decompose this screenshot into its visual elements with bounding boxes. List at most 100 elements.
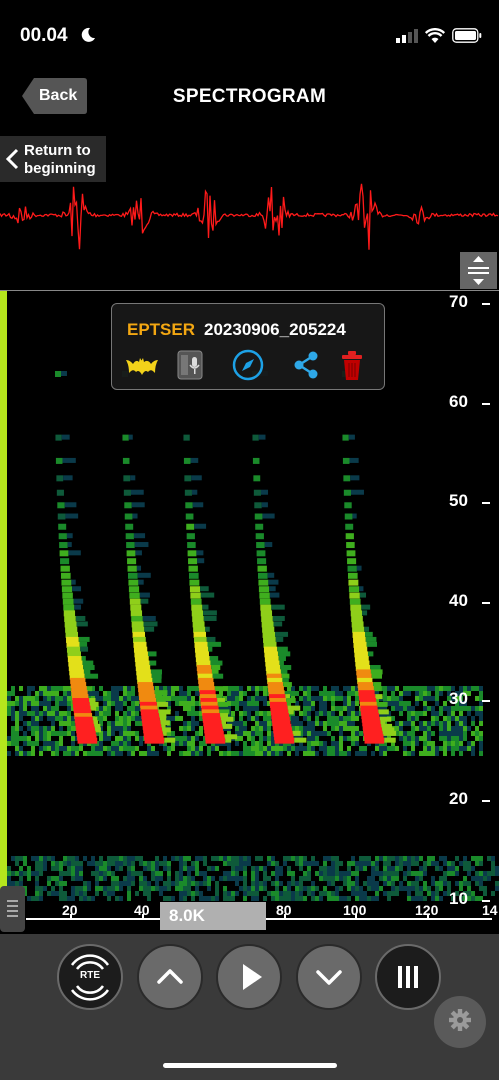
spectrogram-cell: [279, 891, 283, 896]
spectrogram-cell: [187, 721, 191, 726]
spectrogram-cell: [127, 751, 131, 756]
spectrogram-cell: [31, 701, 35, 706]
spectrogram-cell: [399, 731, 403, 736]
recorder-icon[interactable]: [172, 348, 208, 382]
spectrogram-cell: [307, 701, 311, 706]
spectrogram-cell: [371, 881, 375, 886]
spectrogram-cell: [107, 856, 111, 861]
spectrogram-cell: [39, 711, 43, 716]
spectrogram-cell: [79, 876, 83, 881]
waveform[interactable]: [0, 165, 499, 265]
spectrogram-cell: [87, 881, 91, 886]
spectrogram-cell: [59, 686, 63, 691]
spectrogram-cell: [295, 881, 299, 886]
spectrogram-cell: [371, 896, 375, 901]
spectrogram-cell: [195, 686, 199, 691]
spectrogram-cell: [23, 731, 27, 736]
spectrogram-cell: [323, 721, 327, 726]
spectrogram-cell: [279, 896, 283, 901]
spectrogram-cell: [47, 736, 51, 741]
spectrogram-cell: [31, 746, 35, 751]
spectrogram-cell: [379, 886, 383, 891]
scroll-down-button[interactable]: [296, 944, 362, 1010]
spectrogram-cell: [419, 721, 423, 726]
spectrogram-cell: [395, 886, 399, 891]
spectrogram-cell: [275, 861, 279, 866]
spectrogram-cell: [347, 696, 351, 701]
spectrogram-cell: [223, 871, 227, 876]
play-button[interactable]: [216, 944, 282, 1010]
pause-menu-button[interactable]: [375, 944, 441, 1010]
spectrogram-cell: [331, 856, 335, 861]
spectrogram-cell: [455, 741, 459, 746]
spectrogram-cell: [343, 696, 347, 701]
spectrogram-cell: [407, 896, 411, 901]
trash-icon[interactable]: [334, 348, 370, 382]
spectrogram-cell: [263, 751, 267, 756]
spectrogram-cell: [195, 861, 199, 866]
spectrogram-cell: [399, 701, 403, 706]
spectrogram-cell: [459, 881, 463, 886]
spectrogram-cell: [107, 721, 111, 726]
spectrogram-cell: [231, 751, 235, 756]
spectrogram-cell: [280, 665, 292, 671]
spectrogram-cell: [335, 721, 339, 726]
spectrogram-cell: [183, 881, 187, 886]
spectrogram-cell: [11, 731, 15, 736]
spectrogram-cell: [131, 706, 135, 711]
spectrogram-cell: [43, 741, 47, 746]
playback-speed-badge[interactable]: 8.0K: [160, 902, 266, 930]
status-bar: 00.04: [0, 0, 499, 60]
resize-handle[interactable]: [460, 252, 497, 289]
spectrogram-cell: [39, 731, 43, 736]
spectrogram-cell: [91, 746, 95, 751]
scroll-up-button[interactable]: [137, 944, 203, 1010]
species-code[interactable]: EPTSER: [127, 320, 195, 340]
spectrogram-cell: [251, 881, 255, 886]
spectrogram-cell: [295, 886, 299, 891]
settings-button[interactable]: [434, 996, 486, 1048]
spectrogram-cell: [55, 371, 61, 377]
spectrogram-cell: [107, 706, 111, 711]
spectrogram-cell: [395, 856, 399, 861]
spectrogram-cell: [295, 716, 299, 721]
spectrogram-cell: [207, 641, 222, 647]
spectrogram-cell: [259, 592, 270, 599]
spectrogram-cell: [65, 626, 78, 633]
spectrogram-cell: [291, 871, 295, 876]
spectrogram-cell: [235, 721, 239, 726]
compass-icon[interactable]: [230, 348, 266, 382]
spectrogram-cell: [355, 741, 359, 746]
rte-button[interactable]: RTE: [57, 944, 123, 1010]
spectrogram-cell: [263, 711, 267, 716]
spectrogram-cell: [315, 871, 319, 876]
spectrogram-cell: [143, 751, 147, 756]
spectrogram-cell: [279, 660, 284, 666]
bat-icon[interactable]: [124, 348, 160, 382]
spectrogram-cell: [23, 736, 27, 741]
spectrogram-cell: [95, 876, 99, 881]
spectrogram-cell: [407, 731, 411, 736]
spectrogram-cell: [191, 881, 195, 886]
menu-handle[interactable]: [0, 886, 25, 932]
spectrogram-cell: [47, 891, 51, 896]
spectrogram-cell: [175, 856, 179, 861]
spectrogram-cell: [355, 896, 359, 901]
spectrogram-cell: [15, 741, 19, 746]
spectrogram-cell: [171, 731, 175, 736]
spectrogram-cell: [23, 721, 27, 726]
spectrogram-cell: [131, 861, 135, 866]
spectrogram-cell: [235, 706, 239, 711]
spectrogram-cell: [323, 746, 327, 751]
spectrogram-cell: [223, 856, 227, 861]
spectrogram-cell: [215, 856, 219, 861]
spectrogram-cell: [27, 711, 31, 716]
share-icon[interactable]: [288, 348, 324, 382]
spectrogram-cell: [267, 731, 271, 736]
spectrogram-cell: [275, 896, 279, 901]
spectrogram-cell: [327, 891, 331, 896]
spectrogram-cell: [171, 896, 175, 901]
spectrogram-cell: [215, 881, 219, 886]
spectrogram-cell: [379, 751, 383, 756]
spectrogram-cell: [319, 696, 323, 701]
